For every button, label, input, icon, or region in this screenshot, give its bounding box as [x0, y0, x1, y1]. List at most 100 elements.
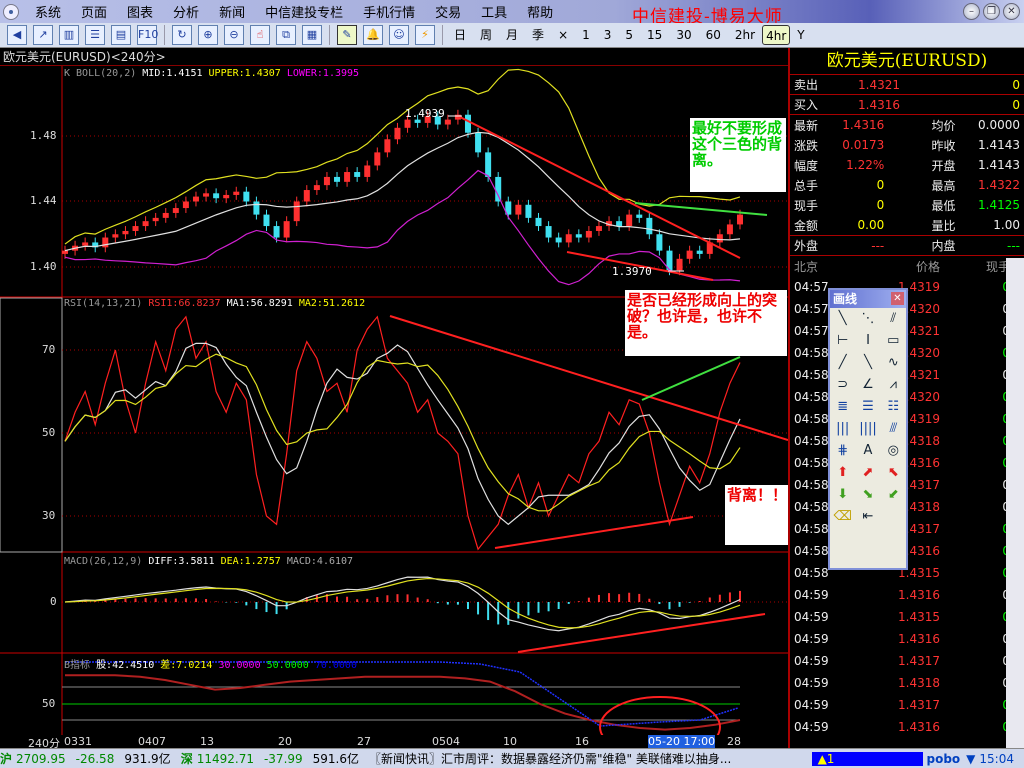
- tick-vol: 0: [940, 324, 1010, 338]
- period-13[interactable]: Y: [790, 25, 811, 45]
- wave-icon[interactable]: ∿: [881, 352, 906, 374]
- tick-vol: 0: [940, 610, 1010, 624]
- tick-vol: 0: [940, 544, 1010, 558]
- candle: [696, 250, 703, 254]
- arrow-downleft-icon[interactable]: ⬋: [881, 484, 906, 506]
- tick-scrollbar[interactable]: [1006, 258, 1024, 748]
- sell-label: 卖出: [794, 78, 819, 92]
- macd-diff-line: [64, 576, 741, 632]
- x-tick: 0504: [432, 735, 460, 748]
- arrow-upright-icon[interactable]: ⬈: [855, 462, 880, 484]
- candle: [394, 127, 401, 140]
- gann-icon[interactable]: ⫻: [881, 418, 906, 440]
- close-icon[interactable]: ✕: [891, 292, 904, 305]
- close-button[interactable]: ✕: [1003, 3, 1020, 20]
- ray-down-icon[interactable]: ╲: [855, 352, 880, 374]
- trend-line: [494, 516, 694, 549]
- toolbox-title: 画线: [833, 292, 858, 306]
- candle: [364, 165, 371, 177]
- outer-inner-row: 外盘 --- 内盘 ---: [790, 236, 1024, 256]
- candle: [535, 217, 542, 227]
- tick-vol: 0: [940, 434, 1010, 448]
- horizontal-line-icon[interactable]: ⊢: [830, 330, 855, 352]
- arrow-upleft-icon[interactable]: ⬉: [881, 462, 906, 484]
- chart-canvas[interactable]: [0, 0, 788, 768]
- rectangle-icon[interactable]: ▭: [881, 330, 906, 352]
- ray-up-icon[interactable]: ╱: [830, 352, 855, 374]
- macd-legend: MACD(26,12,9) DIFF:3.5811 DEA:1.2757 MAC…: [64, 556, 353, 567]
- sh-amount: 931.9亿: [124, 752, 171, 766]
- stat-label: 幅度: [794, 158, 819, 173]
- cycle-lines-icon[interactable]: |||: [830, 418, 855, 440]
- annotation-note[interactable]: 是否已经形成向上的突破？也许是，也许不是。: [625, 290, 787, 356]
- golden-lines-icon[interactable]: ☷: [881, 396, 906, 418]
- low-label: 1.3970: [612, 265, 652, 278]
- quote-row: 涨跌 0.0173 昨收 1.4143: [790, 135, 1024, 155]
- percent-lines-icon[interactable]: ☰: [855, 396, 880, 418]
- stat-value: 1.00: [993, 218, 1020, 232]
- arrow-down-icon[interactable]: ⬇: [830, 484, 855, 506]
- minimize-button[interactable]: –: [963, 3, 980, 20]
- candle: [676, 258, 683, 271]
- x-tick: 0331: [64, 735, 92, 748]
- text-icon[interactable]: A: [855, 440, 880, 462]
- annotation-note[interactable]: 背离！！: [725, 485, 797, 545]
- tick-vol: 0: [940, 698, 1010, 712]
- candle: [82, 242, 89, 246]
- candle: [112, 234, 119, 238]
- candle: [152, 217, 159, 222]
- arc-icon[interactable]: ⊃: [830, 374, 855, 396]
- tick-time: 04:59: [794, 676, 829, 690]
- circle-icon[interactable]: ◎: [881, 440, 906, 462]
- channel-icon[interactable]: ⋕: [830, 440, 855, 462]
- candle: [132, 226, 139, 231]
- status-bar: 沪 2709.95 -26.58 931.9亿 深 11492.71 -37.9…: [0, 748, 1024, 768]
- stat-label: 昨收: [931, 138, 956, 153]
- fibonacci-icon[interactable]: ≣: [830, 396, 855, 418]
- trend-line: [641, 356, 741, 401]
- stat-value: 1.22%: [846, 158, 885, 172]
- news-ticker[interactable]: 〖新闻快讯〗汇市周评：数据暴露经济仍需"维稳" 美联储难以抽身...: [369, 750, 802, 767]
- segment-icon[interactable]: ⋱: [855, 308, 880, 330]
- line-icon[interactable]: ╲: [830, 308, 855, 330]
- outer-value: ---: [871, 238, 885, 253]
- fib-cycle-icon[interactable]: ||||: [855, 418, 880, 440]
- candle: [726, 224, 733, 235]
- time-axis: 240分 0331 0407 13 20 27 0504 10 16 05-20…: [0, 735, 788, 750]
- sh-index: 2709.95: [16, 751, 66, 766]
- parallel-icon[interactable]: ⫽: [881, 308, 906, 330]
- header-price: 价格: [915, 259, 940, 274]
- candle: [102, 237, 109, 248]
- alert-count[interactable]: ▲1: [811, 751, 923, 766]
- drawing-toolbox[interactable]: 画线 ✕ ╲ ⋱ ⫽ ⊢ I ▭ ╱ ╲ ∿ ⊃ ∠ ⩘ ≣ ☰ ☷ ||| |||| ⫻ ⋕ A ◎ ⬆ ⬈ ⬉ ⬇ ⬊ ⬋ ⌫ ⇤: [828, 288, 908, 570]
- candle: [142, 221, 149, 227]
- buy-row: 买入 1.4316 0: [790, 95, 1024, 115]
- arrow-downright-icon[interactable]: ⬊: [855, 484, 880, 506]
- stat-label: 最低: [931, 198, 956, 213]
- vertical-line-icon[interactable]: I: [855, 330, 880, 352]
- candle: [444, 119, 451, 125]
- angle-icon[interactable]: ∠: [855, 374, 880, 396]
- eraser-icon[interactable]: ⌫: [830, 506, 855, 528]
- sell-vol: 0: [1012, 77, 1020, 92]
- restore-button[interactable]: ❐: [983, 3, 1000, 20]
- y-tick: 1.48: [30, 129, 57, 142]
- stat-label: 开盘: [931, 158, 956, 173]
- tick-time: 04:59: [794, 654, 829, 668]
- candle: [172, 208, 179, 213]
- b-name: B指标: [64, 660, 91, 671]
- delete-all-icon[interactable]: ⇤: [855, 506, 880, 528]
- candle: [213, 193, 220, 199]
- arrow-up-icon[interactable]: ⬆: [830, 462, 855, 484]
- macd-value: MACD:4.6107: [286, 556, 354, 567]
- buy-vol: 0: [1012, 97, 1020, 112]
- tick-vol: 0: [940, 522, 1010, 536]
- candle: [616, 221, 623, 227]
- fan-icon[interactable]: ⩘: [881, 374, 906, 396]
- y-tick: 0: [50, 595, 57, 608]
- annotation-note[interactable]: 最好不要形成这个三色的背离。: [690, 118, 786, 192]
- stat-label: 现手: [794, 198, 819, 213]
- buy-price: 1.4316: [858, 97, 900, 112]
- candle: [243, 191, 250, 202]
- tick-time: 04:59: [794, 588, 829, 602]
